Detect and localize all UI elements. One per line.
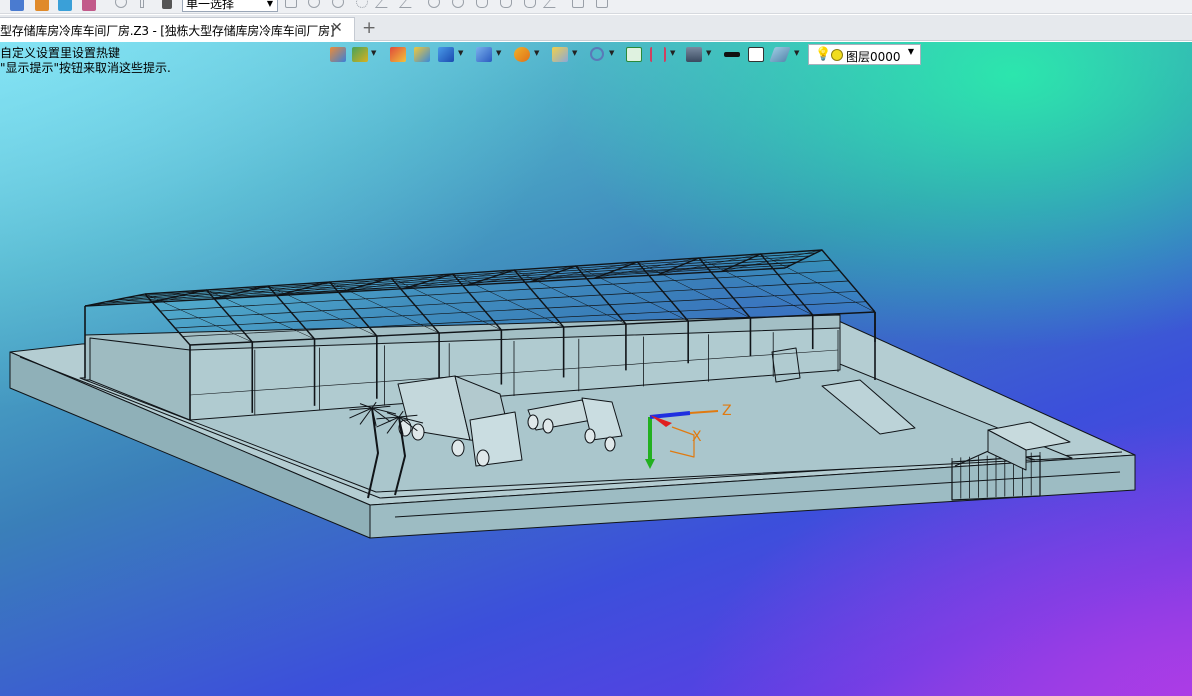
spline-icon[interactable]	[476, 0, 488, 8]
save-file-icon[interactable]	[58, 0, 72, 11]
document-tab[interactable]: 型存储库房冷库车间厂房.Z3 - [独栋大型存储库房冷库车间厂房] ✕	[0, 17, 355, 41]
selection-mode-value: 单一选择	[186, 0, 235, 11]
truck-wheel	[411, 423, 425, 441]
truck-wheel	[584, 428, 596, 444]
warehouse-model[interactable]: XZ	[0, 42, 1192, 696]
purlin	[104, 261, 798, 303]
close-icon[interactable]: ✕	[331, 20, 343, 36]
line-icon[interactable]	[374, 0, 398, 8]
purlin	[159, 270, 840, 312]
polyline-icon[interactable]	[398, 0, 422, 8]
play-icon[interactable]	[332, 0, 344, 8]
document-tab-title: 型存储库房冷库车间厂房.Z3 - [独栋大型存储库房冷库车间厂房]	[0, 24, 335, 38]
point-icon[interactable]	[356, 0, 368, 8]
roof-truss	[339, 277, 440, 334]
new-tab-button[interactable]: +	[362, 18, 376, 38]
open-file-icon[interactable]	[35, 0, 49, 11]
trim-icon[interactable]	[542, 0, 566, 8]
sketch-settings-icon[interactable]	[596, 0, 608, 8]
truck-wheel	[604, 436, 616, 452]
main-toolbar: 单一选择 ▼	[0, 0, 1192, 14]
triad-z-label: Z	[722, 403, 732, 419]
undo-icon[interactable]	[115, 0, 127, 8]
truck-wheel	[451, 439, 465, 457]
circle-center-icon[interactable]	[428, 0, 440, 8]
truck-wheel	[476, 449, 490, 467]
chevron-down-icon: ▼	[266, 0, 273, 8]
arc-icon[interactable]	[524, 0, 536, 8]
export-icon[interactable]	[82, 0, 96, 11]
purlin	[152, 259, 831, 303]
truck-wheel	[542, 418, 554, 434]
stop-icon[interactable]	[162, 0, 172, 9]
sketch-icon[interactable]	[572, 0, 584, 8]
roof-bracing	[698, 257, 813, 316]
roof-bracing	[452, 273, 564, 328]
info-icon[interactable]	[140, 0, 144, 8]
curve-icon[interactable]	[500, 0, 512, 8]
roof-bracing	[760, 253, 876, 313]
filter-icon[interactable]	[308, 0, 320, 8]
circle-icon[interactable]	[452, 0, 464, 8]
roof-bracing	[84, 289, 207, 307]
truck-wheel	[527, 414, 539, 430]
selection-mode-dropdown[interactable]: 单一选择 ▼	[182, 0, 278, 12]
3d-viewport[interactable]: 自定义设置里设置热键 "显示提示"按钮来取消这些提示. ▼ ▼ ▼ ▼ ▼ ▼ …	[0, 42, 1192, 696]
menu-icon[interactable]	[10, 0, 24, 11]
tab-bar: 型存储库房冷库车间厂房.Z3 - [独栋大型存储库房冷库车间厂房] ✕ +	[0, 15, 1192, 41]
triad-x-label: X	[692, 429, 702, 445]
pick-icon[interactable]	[285, 0, 297, 8]
